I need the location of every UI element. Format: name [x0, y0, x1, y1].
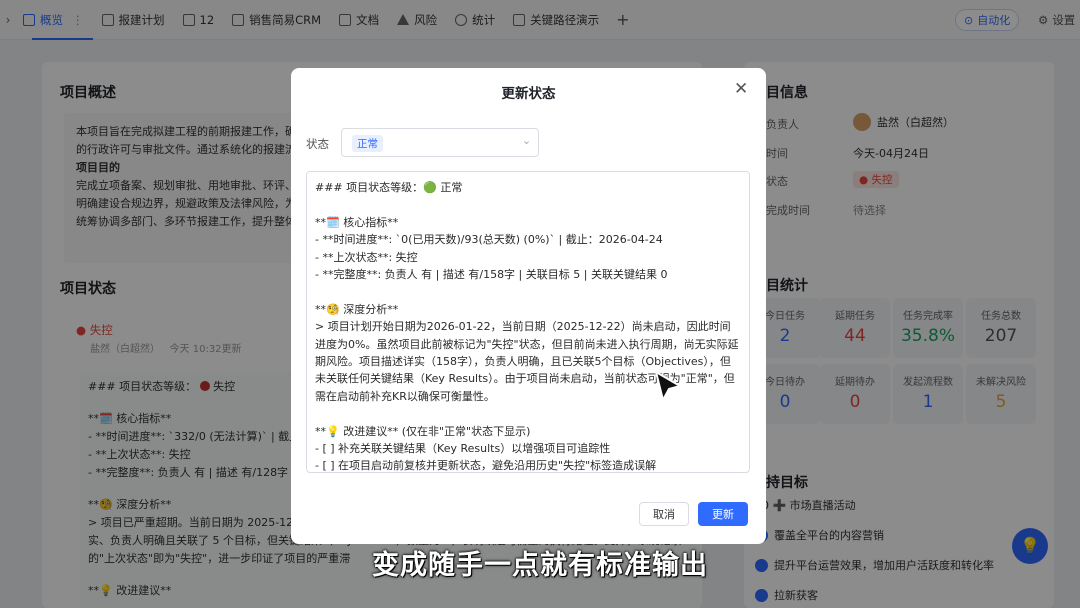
- status-select[interactable]: 正常 ⌄: [341, 128, 539, 157]
- content-line: - **上次状态**: 失控: [315, 250, 418, 264]
- content-line: - **时间进度**: `0(已用天数)/93(总天数) (0%)` | 截止：…: [315, 233, 663, 247]
- update-button[interactable]: 更新: [698, 502, 748, 526]
- cancel-button[interactable]: 取消: [639, 502, 689, 526]
- dialog-title: 更新状态: [501, 86, 556, 102]
- status-select-value: 正常: [352, 135, 383, 152]
- cursor-icon: [655, 371, 681, 401]
- video-subtitle: 变成随手一点就有标准输出: [372, 550, 708, 581]
- status-content-textarea[interactable]: ### 项目状态等级：🟢 正常 **🗓️ 核心指标** - **时间进度**: …: [306, 171, 750, 473]
- content-line: **💡 改进建议** (仅在非"正常"状态下显示): [315, 424, 531, 438]
- content-line: ### 项目状态等级：🟢 正常: [315, 181, 463, 194]
- content-line: - **完整度**: 负责人 有 | 描述 有/158字 | 关联目标 5 | …: [315, 268, 668, 282]
- content-line: - [ ] 补充关联关键结果（Key Results）以增强项目可追踪性: [315, 442, 611, 456]
- update-status-dialog: 更新状态 ✕ 状态 正常 ⌄ ### 项目状态等级：🟢 正常 **🗓️ 核心指标…: [291, 68, 766, 544]
- content-line: **🧐 深度分析**: [315, 302, 399, 316]
- status-field-label: 状态: [306, 137, 329, 151]
- content-line: **🗓️ 核心指标**: [315, 215, 399, 229]
- content-line: [315, 405, 741, 422]
- chevron-down-icon: ⌄: [522, 134, 532, 147]
- content-line: - [ ] 在项目启动前复核并更新状态，避免沿用历史"失控"标签造成误解: [315, 459, 657, 473]
- close-icon[interactable]: ✕: [734, 79, 748, 99]
- content-line: [315, 196, 741, 213]
- content-line: [315, 283, 741, 300]
